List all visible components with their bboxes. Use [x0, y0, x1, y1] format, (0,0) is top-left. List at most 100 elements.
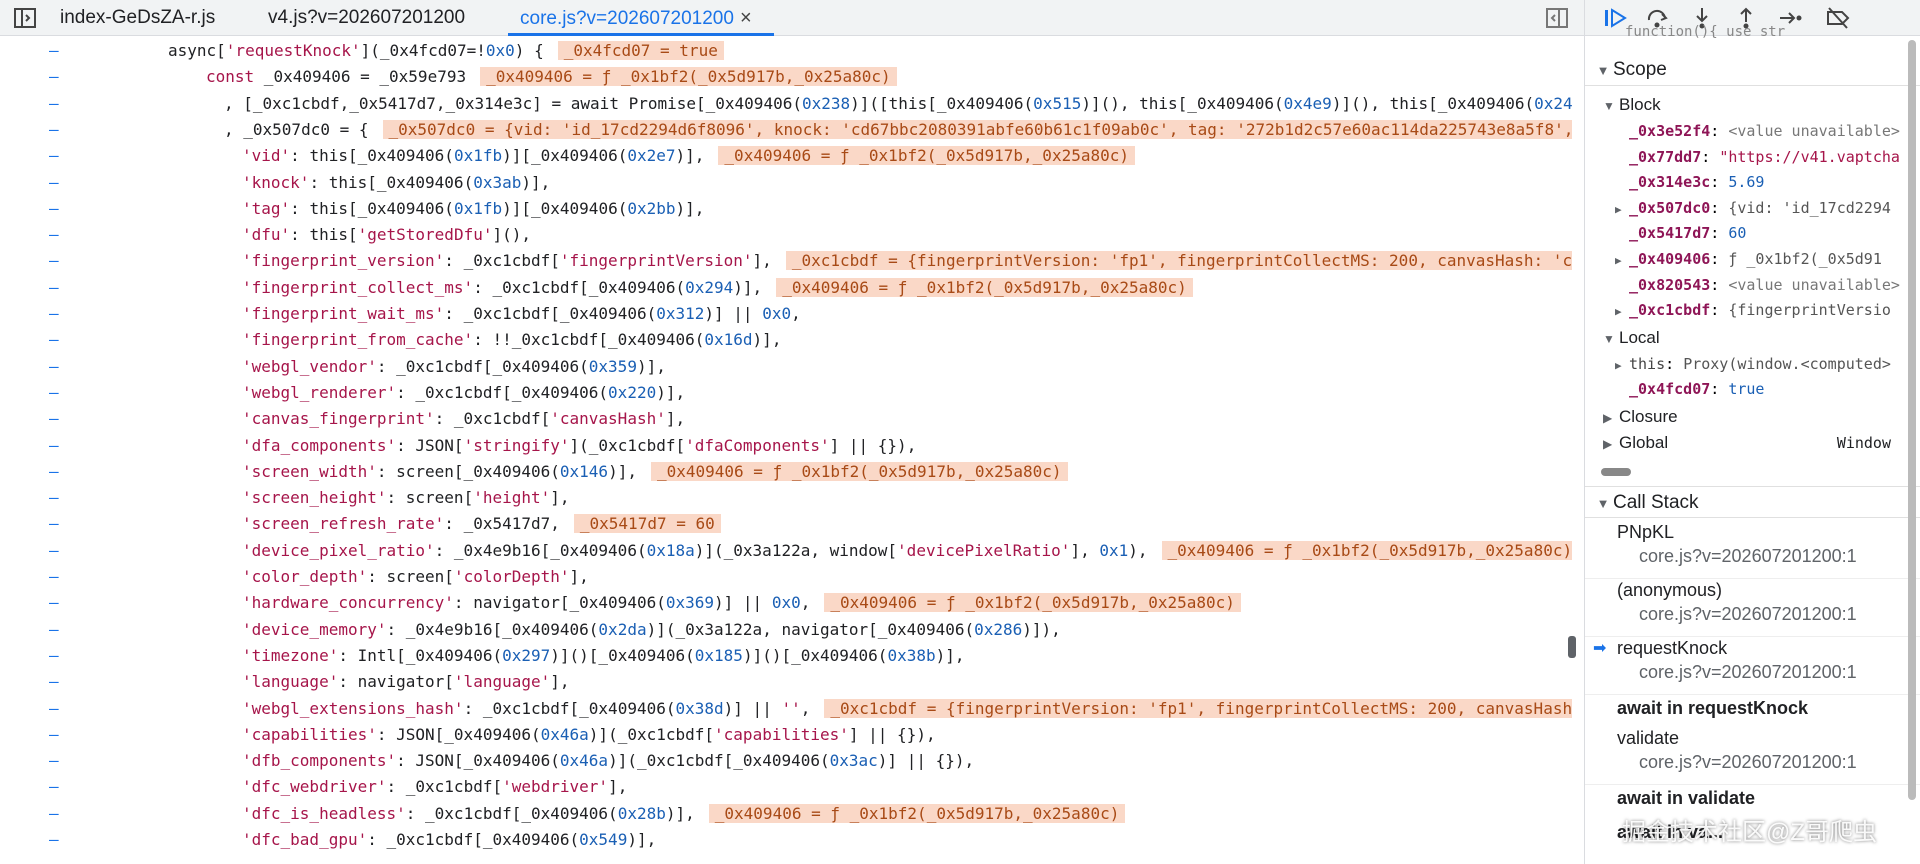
code-line[interactable]: – 'color_depth': screen['colorDepth'], [0, 564, 1572, 590]
breakpoint-gutter-marker[interactable]: – [49, 406, 59, 432]
scope-variable[interactable]: _0x77dd7: "https://v41.vaptcha [1585, 144, 1920, 170]
scope-variable[interactable]: _0x3e52f4: <value unavailable> [1585, 118, 1920, 144]
breakpoint-gutter-marker[interactable]: – [49, 38, 59, 64]
breakpoint-gutter-marker[interactable]: – [49, 774, 59, 800]
scope-section-header[interactable]: ▼ Scope [1585, 54, 1920, 86]
tab-v4-js[interactable]: v4.js?v=202607201200 [268, 0, 465, 36]
callstack-frame[interactable]: PNpKL core.js?v=202607201200:1 [1585, 520, 1920, 579]
breakpoint-gutter-marker[interactable]: – [49, 590, 59, 616]
scope-variable[interactable]: _0x4fcd07: true [1585, 376, 1920, 402]
breakpoint-gutter-marker[interactable]: – [49, 275, 59, 301]
breakpoint-gutter-marker[interactable]: – [49, 564, 59, 590]
code-line[interactable]: – 'dfc_webdriver': _0xc1cbdf['webdriver']… [0, 774, 1572, 800]
frame-location[interactable]: core.js?v=202607201200:1 [1639, 662, 1857, 683]
callstack-frame[interactable]: validate core.js?v=202607201200:1 [1585, 726, 1920, 785]
scope-variable[interactable]: _0x820543: <value unavailable> [1585, 272, 1920, 298]
toggle-navigator-icon[interactable] [14, 8, 36, 28]
code-line[interactable]: – 'canvas_fingerprint': _0xc1cbdf['canvas… [0, 406, 1572, 432]
breakpoint-gutter-marker[interactable]: – [49, 696, 59, 722]
code-line[interactable]: – 'fingerprint_collect_ms': _0xc1cbdf[_0x… [0, 275, 1572, 301]
callstack-frame[interactable]: ➡ requestKnock core.js?v=202607201200:1 [1585, 636, 1920, 695]
breakpoint-gutter-marker[interactable]: – [49, 485, 59, 511]
breakpoint-gutter-marker[interactable]: – [49, 327, 59, 353]
breakpoint-gutter-marker[interactable]: – [49, 801, 59, 827]
code-line[interactable]: – 'screen_refresh_rate': _0x5417d7, _0x541… [0, 511, 1572, 537]
breakpoint-gutter-marker[interactable]: – [49, 354, 59, 380]
expand-triangle-icon[interactable]: ▶ [1615, 197, 1629, 221]
frame-location[interactable]: core.js?v=202607201200:1 [1639, 546, 1857, 567]
scope-local-header[interactable]: ▼ Local [1585, 325, 1920, 351]
code-line[interactable]: – 'screen_width': screen[_0x409406(0x146)… [0, 459, 1572, 485]
breakpoint-gutter-marker[interactable]: – [49, 617, 59, 643]
code-line[interactable]: – const _0x409406 = _0x59e793 _0x409406 = … [0, 64, 1572, 90]
close-icon[interactable]: × [740, 0, 752, 36]
scope-block-header[interactable]: ▼ Block [1585, 92, 1920, 118]
code-line[interactable]: –'timezone': Intl[_0x409406(0x297)]()[_0… [0, 643, 1572, 669]
breakpoint-gutter-marker[interactable]: – [49, 196, 59, 222]
horizontal-scrollbar[interactable] [1601, 468, 1631, 476]
breakpoint-gutter-marker[interactable]: – [49, 301, 59, 327]
code-line[interactable]: – 'dfa_components': JSON['stringify'](_0x… [0, 433, 1572, 459]
code-line[interactable]: – 'device_pixel_ratio': _0x4e9b16[_0x4094… [0, 538, 1572, 564]
scope-variable[interactable]: ▶ _0x409406: ƒ _0x1bf2(_0x5d91 [1585, 246, 1920, 272]
code-line[interactable]: – 'hardware_concurrency': navigator[_0x40… [0, 590, 1572, 616]
tab-core-js[interactable]: core.js?v=202607201200 × [520, 0, 752, 36]
code-line[interactable]: – 'fingerprint_wait_ms': _0xc1cbdf[_0x409… [0, 301, 1572, 327]
callstack-section-header[interactable]: ▼ Call Stack [1585, 486, 1920, 518]
code-line[interactable]: – 'dfc_is_headless': _0xc1cbdf[_0x409406(… [0, 801, 1572, 827]
breakpoint-gutter-marker[interactable]: – [49, 143, 59, 169]
breakpoint-gutter-marker[interactable]: – [49, 91, 59, 117]
tab-index-js[interactable]: index-GeDsZA-r.js [60, 0, 215, 36]
scope-variable[interactable]: ▶ this: Proxy(window.<computed> [1585, 351, 1920, 377]
sidebar-scrollbar[interactable] [1908, 40, 1916, 800]
breakpoint-gutter-marker[interactable]: – [49, 117, 59, 143]
code-line[interactable]: – 'vid': this[_0x409406(0x1fb)][_0x409406… [0, 143, 1572, 169]
breakpoint-gutter-marker[interactable]: – [49, 459, 59, 485]
code-line[interactable]: – 'webgl_extensions_hash': _0xc1cbdf[_0x4… [0, 696, 1572, 722]
scope-variable[interactable]: ▶ _0xc1cbdf: {fingerprintVersio [1585, 297, 1920, 323]
code-line[interactable]: – 'webgl_vendor': _0xc1cbdf[_0x409406(0x3… [0, 354, 1572, 380]
scope-closure-header[interactable]: ▶ Closure [1585, 404, 1920, 430]
breakpoint-gutter-marker[interactable]: – [49, 669, 59, 695]
expand-triangle-icon[interactable]: ▶ [1615, 299, 1629, 323]
code-line[interactable]: –'device_memory': _0x4e9b16[_0x409406(0x… [0, 617, 1572, 643]
breakpoint-gutter-marker[interactable]: – [49, 222, 59, 248]
breakpoint-gutter-marker[interactable]: – [49, 827, 59, 853]
breakpoint-gutter-marker[interactable]: – [49, 643, 59, 669]
code-line[interactable]: – 'fingerprint_from_cache': !!_0xc1cbdf[_… [0, 327, 1572, 353]
code-line[interactable]: – 'knock': this[_0x409406(0x3ab)], [0, 170, 1572, 196]
code-line[interactable]: – async['requestKnock'](_0x4fcd07=!0x0) {… [0, 38, 1572, 64]
code-line[interactable]: – 'language': navigator['language'], [0, 669, 1572, 695]
breakpoint-gutter-marker[interactable]: – [49, 433, 59, 459]
breakpoint-gutter-marker[interactable]: – [49, 748, 59, 774]
source-code-editor[interactable]: – async['requestKnock'](_0x4fcd07=!0x0) {… [0, 36, 1572, 864]
code-line[interactable]: – , [_0xc1cbdf,_0x5417d7,_0x314e3c] = awa… [0, 91, 1572, 117]
frame-location[interactable]: core.js?v=202607201200:1 [1639, 752, 1857, 773]
code-line[interactable]: – 'tag': this[_0x409406(0x1fb)][_0x409406… [0, 196, 1572, 222]
scope-variable[interactable]: _0x314e3c: 5.69 [1585, 169, 1920, 195]
code-line[interactable]: – , _0x507dc0 = {_0x507dc0 = {vid: 'id_17… [0, 117, 1572, 143]
code-line[interactable]: – 'dfc_bad_gpu': _0xc1cbdf[_0x409406(0x54… [0, 827, 1572, 853]
expand-triangle-icon[interactable]: ▶ [1615, 353, 1629, 377]
code-line[interactable]: – 'dfb_components': JSON[_0x409406(0x46a)… [0, 748, 1572, 774]
editor-scroll-marker[interactable] [1568, 636, 1576, 658]
breakpoint-gutter-marker[interactable]: – [49, 538, 59, 564]
breakpoint-gutter-marker[interactable]: – [49, 511, 59, 537]
scope-variable[interactable]: ▶ _0x507dc0: {vid: 'id_17cd2294 [1585, 195, 1920, 221]
code-line[interactable]: – 'screen_height': screen['height'], [0, 485, 1572, 511]
breakpoint-gutter-marker[interactable]: – [49, 64, 59, 90]
code-line[interactable]: –'capabilities': JSON[_0x409406(0x46a)](… [0, 722, 1572, 748]
expand-triangle-icon[interactable]: ▶ [1615, 248, 1629, 272]
code-line[interactable]: – 'webgl_renderer': _0xc1cbdf[_0x409406(0… [0, 380, 1572, 406]
breakpoint-gutter-marker[interactable]: – [49, 170, 59, 196]
callstack-frame[interactable]: (anonymous) core.js?v=202607201200:1 [1585, 578, 1920, 637]
breakpoint-gutter-marker[interactable]: – [49, 380, 59, 406]
breakpoint-gutter-marker[interactable]: – [49, 248, 59, 274]
scope-global-header[interactable]: ▶ Global Window [1585, 430, 1920, 456]
scope-variable[interactable]: _0x5417d7: 60 [1585, 220, 1920, 246]
frame-location[interactable]: core.js?v=202607201200:1 [1639, 604, 1857, 625]
breakpoint-gutter-marker[interactable]: – [49, 722, 59, 748]
code-line[interactable]: – 'dfu': this['getStoredDfu'](), [0, 222, 1572, 248]
deactivate-breakpoints-icon[interactable] [1825, 6, 1851, 30]
pretty-print-icon[interactable] [1546, 7, 1568, 29]
